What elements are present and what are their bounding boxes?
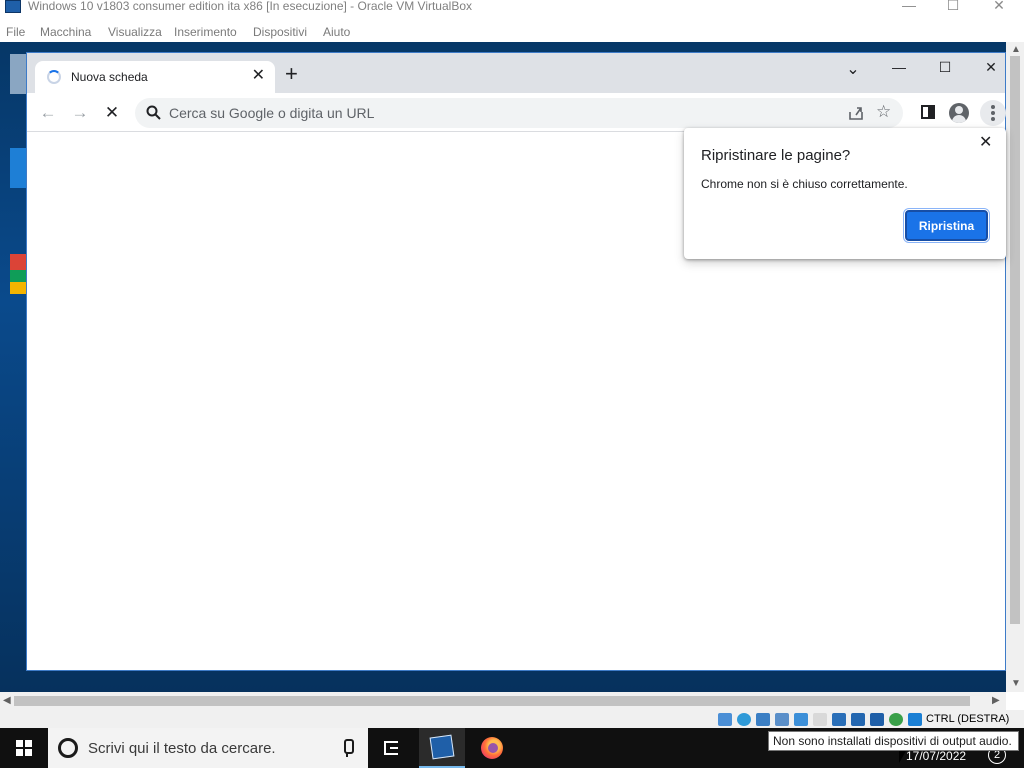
vbox-close-button[interactable]: ✕ [976, 0, 1022, 12]
vbox-window-title: Windows 10 v1803 consumer edition ita x8… [28, 0, 472, 13]
chrome-desktop-icon[interactable] [10, 254, 26, 294]
vbox-title-bar: Windows 10 v1803 consumer edition ita x8… [0, 0, 1024, 14]
cortana-icon[interactable] [58, 738, 78, 758]
restore-pages-bubble: Ripristinare le pagine? Chrome non si è … [684, 128, 1006, 259]
horizontal-scroll-thumb[interactable] [14, 696, 970, 706]
menu-macchina[interactable]: Macchina [40, 25, 91, 39]
mouse-cursor-icon [899, 751, 906, 763]
address-bar[interactable]: Cerca su Google o digita un URL ☆ [135, 98, 903, 128]
audio-icon[interactable] [756, 713, 770, 726]
task-view-button[interactable] [369, 728, 415, 768]
stop-loading-icon[interactable]: ✕ [100, 102, 124, 124]
optical-drive-icon[interactable] [737, 713, 751, 726]
scroll-up-icon[interactable]: ▲ [1011, 44, 1021, 55]
vbox-minimize-button[interactable]: — [886, 0, 932, 12]
vbox-status-bar: CTRL (DESTRA) [0, 710, 1024, 728]
address-bar-placeholder: Cerca su Google o digita un URL [169, 105, 375, 121]
menu-aiuto[interactable]: Aiuto [323, 25, 350, 39]
tab-nuova-scheda[interactable]: Nuova scheda ✕ [35, 61, 275, 93]
search-icon [146, 105, 161, 120]
usb-icon[interactable] [794, 713, 808, 726]
bubble-message: Chrome non si è chiuso correttamente. [701, 177, 908, 191]
chrome-close-button[interactable]: ✕ [976, 59, 1006, 76]
menu-dot [991, 111, 995, 115]
bubble-title: Ripristinare le pagine? [701, 147, 851, 164]
network-icon[interactable] [775, 713, 789, 726]
tab-close-icon[interactable]: ✕ [252, 67, 265, 85]
microphone-icon[interactable] [342, 739, 354, 757]
audio-status-tooltip: Non sono installati dispositivi di outpu… [768, 731, 1019, 751]
mouse-integration-icon[interactable] [889, 713, 903, 726]
menu-dispositivi[interactable]: Dispositivi [253, 25, 307, 39]
hard-disk-icon[interactable] [718, 713, 732, 726]
chrome-maximize-button[interactable]: ☐ [930, 59, 960, 76]
virtualbox-taskbar-button[interactable] [419, 728, 465, 768]
start-button[interactable] [0, 728, 48, 768]
share-icon[interactable] [847, 104, 865, 122]
vbox-menu-bar: File Macchina Visualizza Inserimento Dis… [0, 22, 1024, 42]
keyboard-capture-icon[interactable] [908, 713, 922, 726]
recording-icon[interactable] [851, 713, 865, 726]
bubble-close-icon[interactable]: ✕ [979, 134, 992, 152]
scroll-left-icon[interactable]: ◀ [3, 695, 11, 706]
profile-avatar-icon[interactable] [949, 103, 969, 123]
new-tab-button[interactable]: + [285, 63, 298, 85]
menu-file[interactable]: File [6, 25, 25, 39]
vertical-scroll-thumb[interactable] [1010, 56, 1020, 624]
firefox-taskbar-button[interactable] [469, 728, 515, 768]
menu-dot [991, 117, 995, 121]
restore-button[interactable]: Ripristina [903, 208, 990, 243]
forward-arrow-icon[interactable]: → [68, 102, 92, 124]
taskbar-search-box[interactable]: Scrivi qui il testo da cercare. [48, 728, 368, 768]
cpu-icon[interactable] [870, 713, 884, 726]
recycle-bin-desktop-icon[interactable] [10, 54, 26, 94]
vbox-vertical-scrollbar[interactable]: ▲ ▼ [1006, 42, 1024, 692]
side-panel-icon[interactable] [921, 105, 935, 119]
tab-strip: Nuova scheda ✕ + ⌄ — ☐ ✕ [27, 53, 1005, 93]
tab-title: Nuova scheda [71, 70, 148, 84]
loading-spinner-icon [47, 70, 61, 84]
display-icon[interactable] [832, 713, 846, 726]
chrome-menu-button[interactable] [980, 100, 1006, 126]
vbox-maximize-button[interactable]: ☐ [930, 0, 976, 12]
windows-logo-icon [16, 740, 32, 756]
chrome-toolbar: ← → ✕ Cerca su Google o digita un URL ☆ [27, 93, 1006, 132]
host-key-label: CTRL (DESTRA) [926, 713, 1010, 725]
taskbar-search-placeholder: Scrivi qui il testo da cercare. [88, 740, 276, 757]
tray-date[interactable]: 17/07/2022 [906, 749, 966, 763]
menu-dot [991, 105, 995, 109]
edge-desktop-icon[interactable] [10, 148, 26, 188]
firefox-icon [481, 737, 503, 759]
vbox-horizontal-scrollbar[interactable]: ◀ ▶ [0, 692, 1006, 710]
menu-inserimento[interactable]: Inserimento [174, 25, 237, 39]
back-arrow-icon[interactable]: ← [36, 102, 60, 124]
tab-search-button[interactable]: ⌄ [838, 59, 868, 79]
chrome-minimize-button[interactable]: — [884, 59, 914, 75]
virtualbox-icon [429, 734, 455, 760]
scroll-down-icon[interactable]: ▼ [1011, 678, 1021, 689]
bookmark-star-icon[interactable]: ☆ [876, 102, 891, 122]
shared-folders-icon[interactable] [813, 713, 827, 726]
scroll-right-icon[interactable]: ▶ [992, 695, 1000, 706]
menu-visualizza[interactable]: Visualizza [108, 25, 162, 39]
virtualbox-app-icon [5, 0, 21, 13]
